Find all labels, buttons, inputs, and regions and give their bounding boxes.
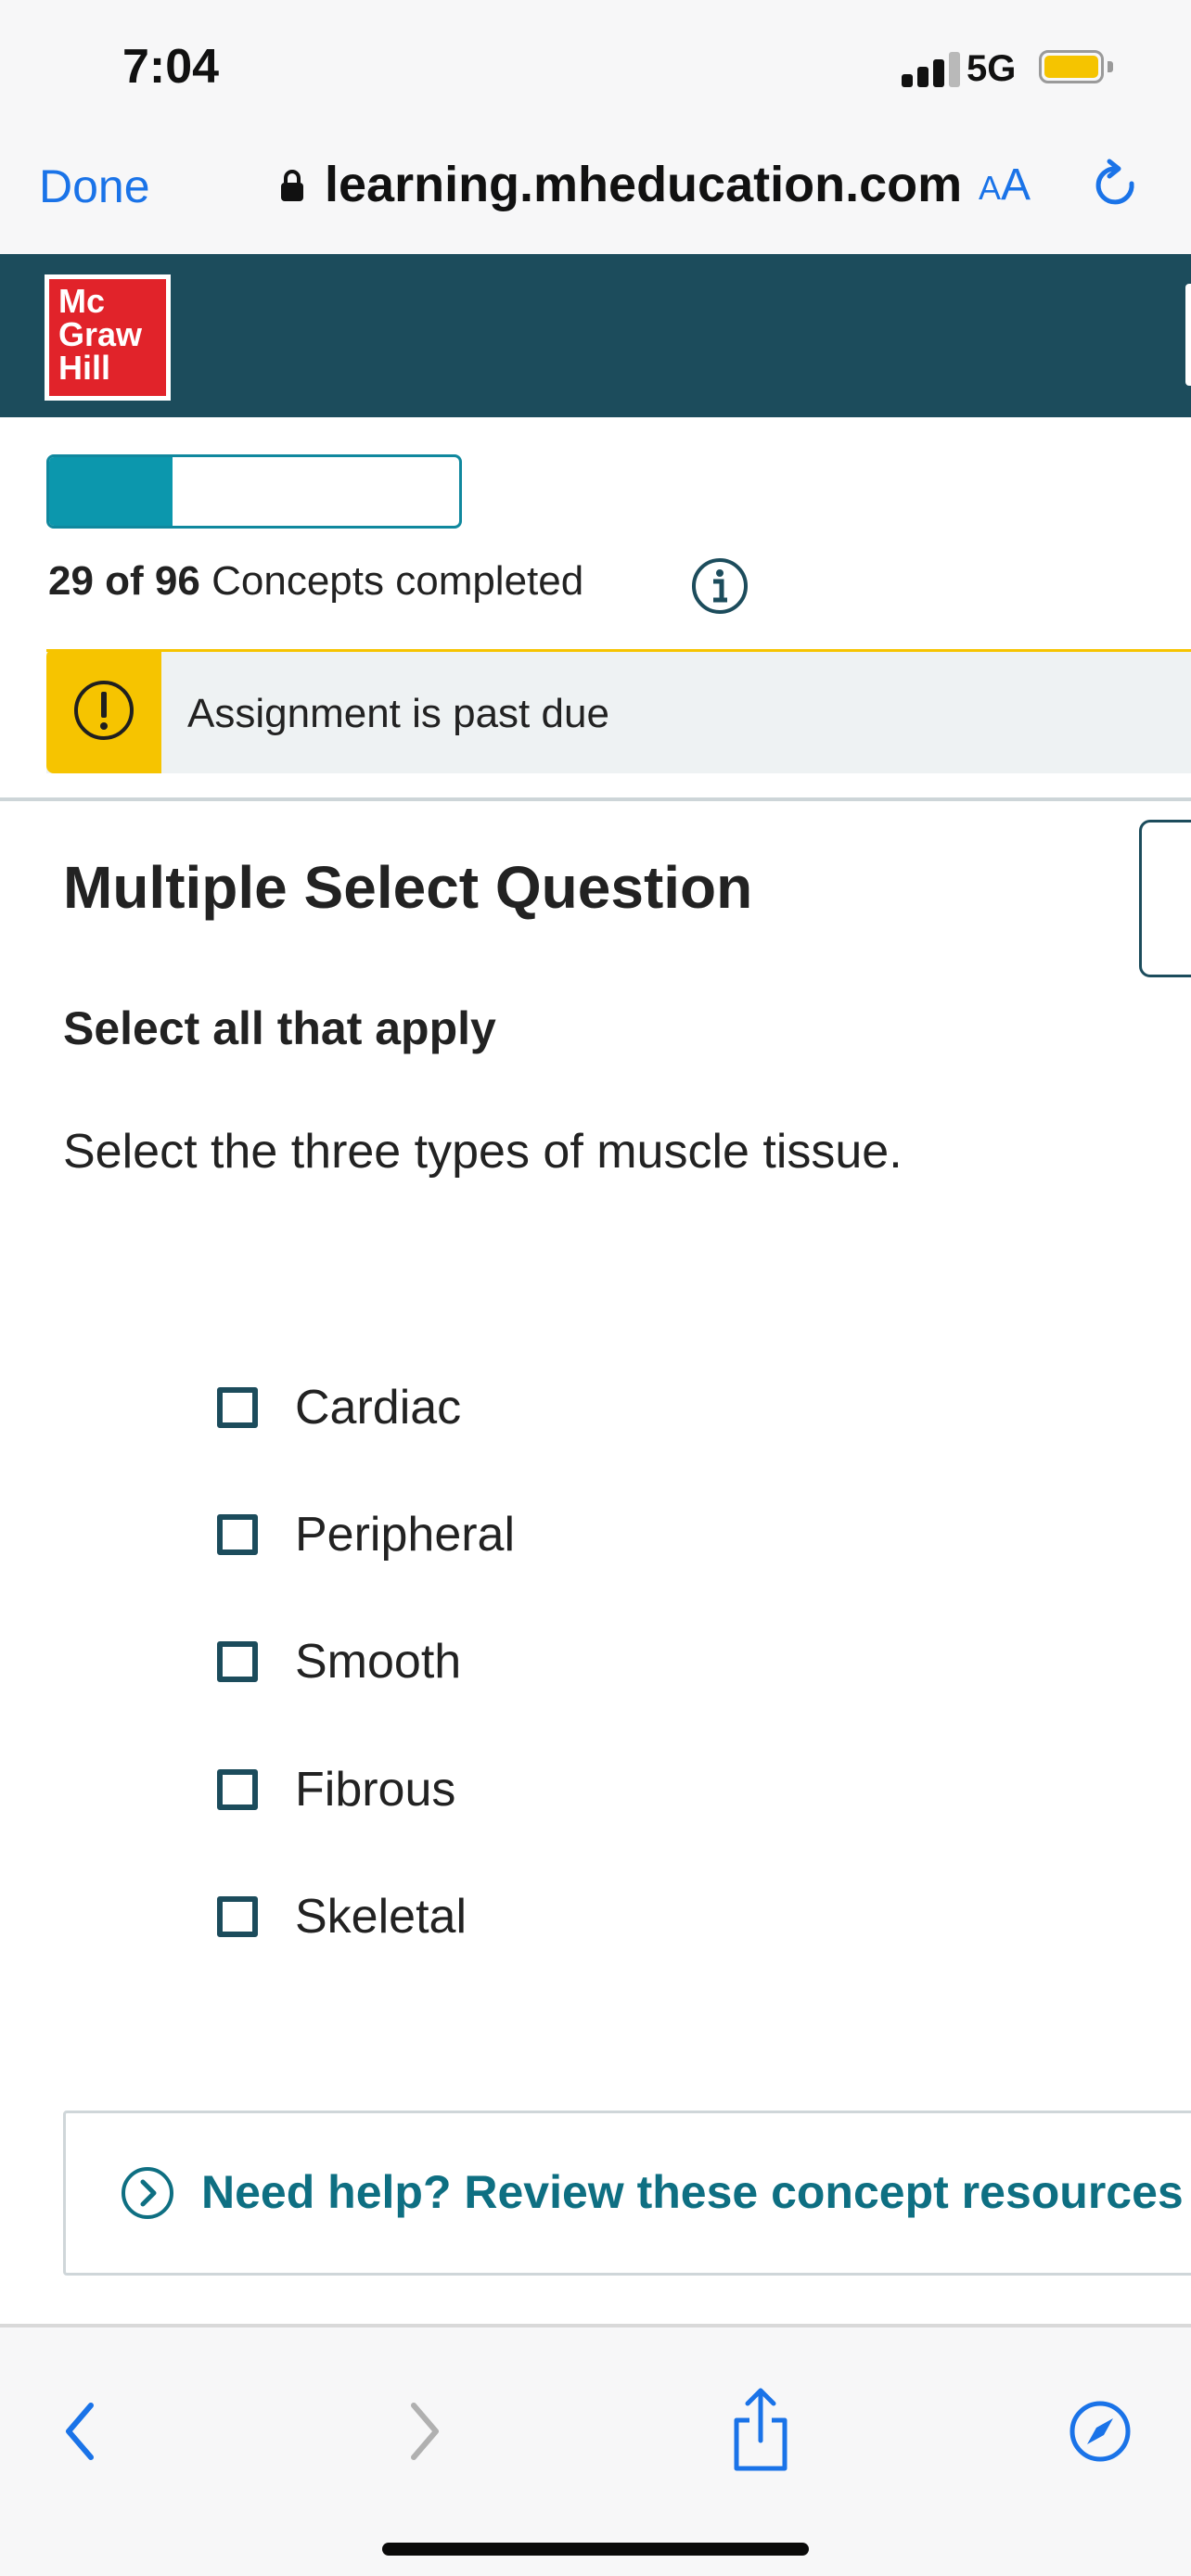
reload-icon[interactable] (1091, 156, 1143, 215)
side-panel-toggle[interactable] (1139, 820, 1191, 977)
logo-line-2: Graw (58, 315, 143, 353)
done-button[interactable]: Done (39, 159, 150, 213)
battery-tip (1108, 61, 1113, 72)
mcgraw-hill-logo: Mc Graw Hill (45, 274, 171, 401)
checkbox[interactable] (217, 1769, 258, 1810)
text-size-small-a: A (979, 169, 1002, 207)
concept-resources-box[interactable]: Need help? Review these concept resource… (63, 2111, 1191, 2276)
progress-fill (49, 457, 173, 526)
chevron-right-circle-icon[interactable] (120, 2165, 175, 2221)
signal-icon (902, 50, 968, 87)
browser-toolbar (0, 2324, 1191, 2576)
option-label[interactable]: Skeletal (295, 1889, 467, 1945)
option-skeletal[interactable]: Skeletal (213, 1887, 863, 1961)
concepts-completed: 29 of 96 Concepts completed (48, 558, 583, 605)
checkbox[interactable] (217, 1896, 258, 1937)
header-menu-edge[interactable] (1185, 284, 1191, 386)
compass-icon[interactable] (1067, 2398, 1133, 2465)
question-instruction: Select all that apply (63, 1002, 496, 1054)
concepts-count: 29 of 96 (48, 558, 200, 604)
text-size-button[interactable]: AA (979, 159, 1031, 210)
lock-icon (281, 170, 303, 201)
back-icon[interactable] (58, 2398, 102, 2465)
past-due-text: Assignment is past due (187, 691, 609, 736)
forward-icon[interactable] (403, 2398, 447, 2465)
option-label[interactable]: Cardiac (295, 1380, 461, 1435)
checkbox[interactable] (217, 1641, 258, 1682)
option-cardiac[interactable]: Cardiac (213, 1378, 863, 1452)
concept-resources-link[interactable]: Need help? Review these concept resource… (201, 2165, 1184, 2219)
status-time: 7:04 (122, 40, 220, 94)
option-label[interactable]: Fibrous (295, 1762, 455, 1817)
brand-header: Mc Graw Hill (0, 254, 1191, 417)
url-text[interactable]: learning.mheducation.com (325, 156, 962, 213)
battery-icon (1039, 50, 1104, 83)
warning-icon (74, 681, 134, 740)
network-type: 5G (967, 48, 1017, 89)
option-label[interactable]: Peripheral (295, 1507, 515, 1562)
browser-address-bar: Done learning.mheducation.com AA (0, 130, 1191, 254)
checkbox[interactable] (217, 1514, 258, 1555)
info-icon[interactable] (690, 556, 749, 616)
checkbox[interactable] (217, 1387, 258, 1428)
status-bar: 7:04 5G (0, 0, 1191, 130)
option-smooth[interactable]: Smooth (213, 1632, 863, 1706)
question-prompt: Select the three types of muscle tissue. (63, 1125, 903, 1179)
alert-icon-box (46, 649, 161, 773)
text-size-large-a: A (1001, 160, 1031, 210)
progress-bar (46, 454, 462, 529)
option-label[interactable]: Smooth (295, 1634, 461, 1690)
logo-line-3: Hill (58, 349, 111, 387)
option-fibrous[interactable]: Fibrous (213, 1760, 863, 1834)
concepts-label: Concepts completed (211, 558, 584, 604)
logo-line-1: Mc (58, 282, 106, 320)
option-peripheral[interactable]: Peripheral (213, 1505, 863, 1579)
divider (0, 797, 1191, 801)
question-type-title: Multiple Select Question (63, 854, 753, 921)
past-due-alert: Assignment is past due (46, 649, 1191, 773)
share-icon[interactable] (727, 2383, 794, 2476)
home-indicator (382, 2543, 809, 2556)
